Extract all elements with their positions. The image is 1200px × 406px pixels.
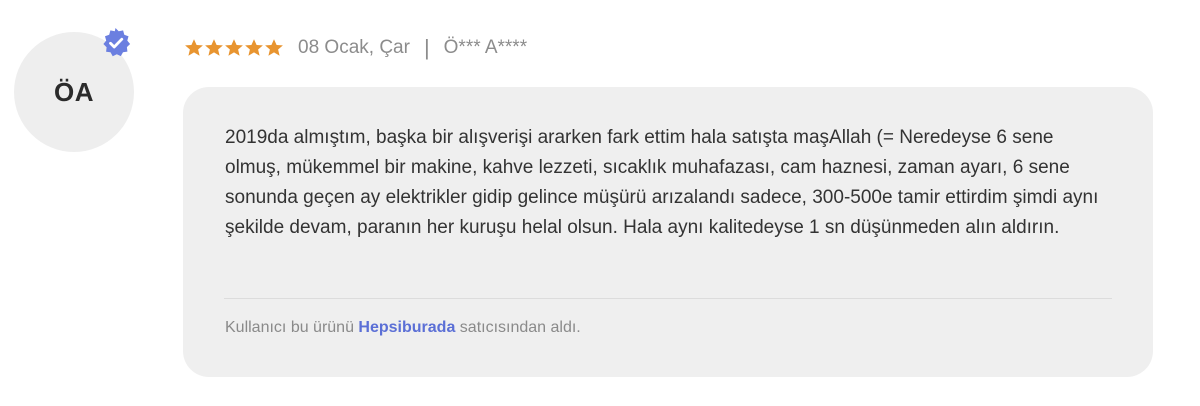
- review-bubble: 2019da almıştım, başka bir alışverişi ar…: [183, 87, 1153, 377]
- review-author: Ö*** A****: [443, 37, 528, 58]
- seller-suffix: satıcısından aldı.: [455, 319, 581, 336]
- seller-prefix: Kullanıcı bu ürünü: [225, 319, 359, 336]
- review-text: 2019da almıştım, başka bir alışverişi ar…: [225, 127, 1099, 238]
- star-icon: [225, 39, 243, 56]
- star-icon: [245, 39, 263, 56]
- star-icon: [265, 39, 283, 56]
- meta-separator: |: [423, 35, 430, 60]
- star-icon: [205, 39, 223, 56]
- review-meta: 08 Ocak, Çar | Ö*** A****: [184, 34, 527, 62]
- star-icon: [185, 39, 203, 56]
- avatar-initials: ÖA: [54, 76, 94, 107]
- seller-link[interactable]: Hepsiburada: [358, 319, 455, 336]
- review-date: 08 Ocak, Çar: [298, 37, 410, 58]
- rating-stars: [184, 38, 284, 58]
- seller-info: Kullanıcı bu ürünü Hepsiburada satıcısın…: [225, 319, 581, 337]
- divider: [224, 298, 1112, 299]
- verified-badge-icon: [99, 26, 133, 60]
- review-card: ÖA 08 Ocak, Çar | Ö*** A**** 2019da almı…: [0, 0, 1200, 406]
